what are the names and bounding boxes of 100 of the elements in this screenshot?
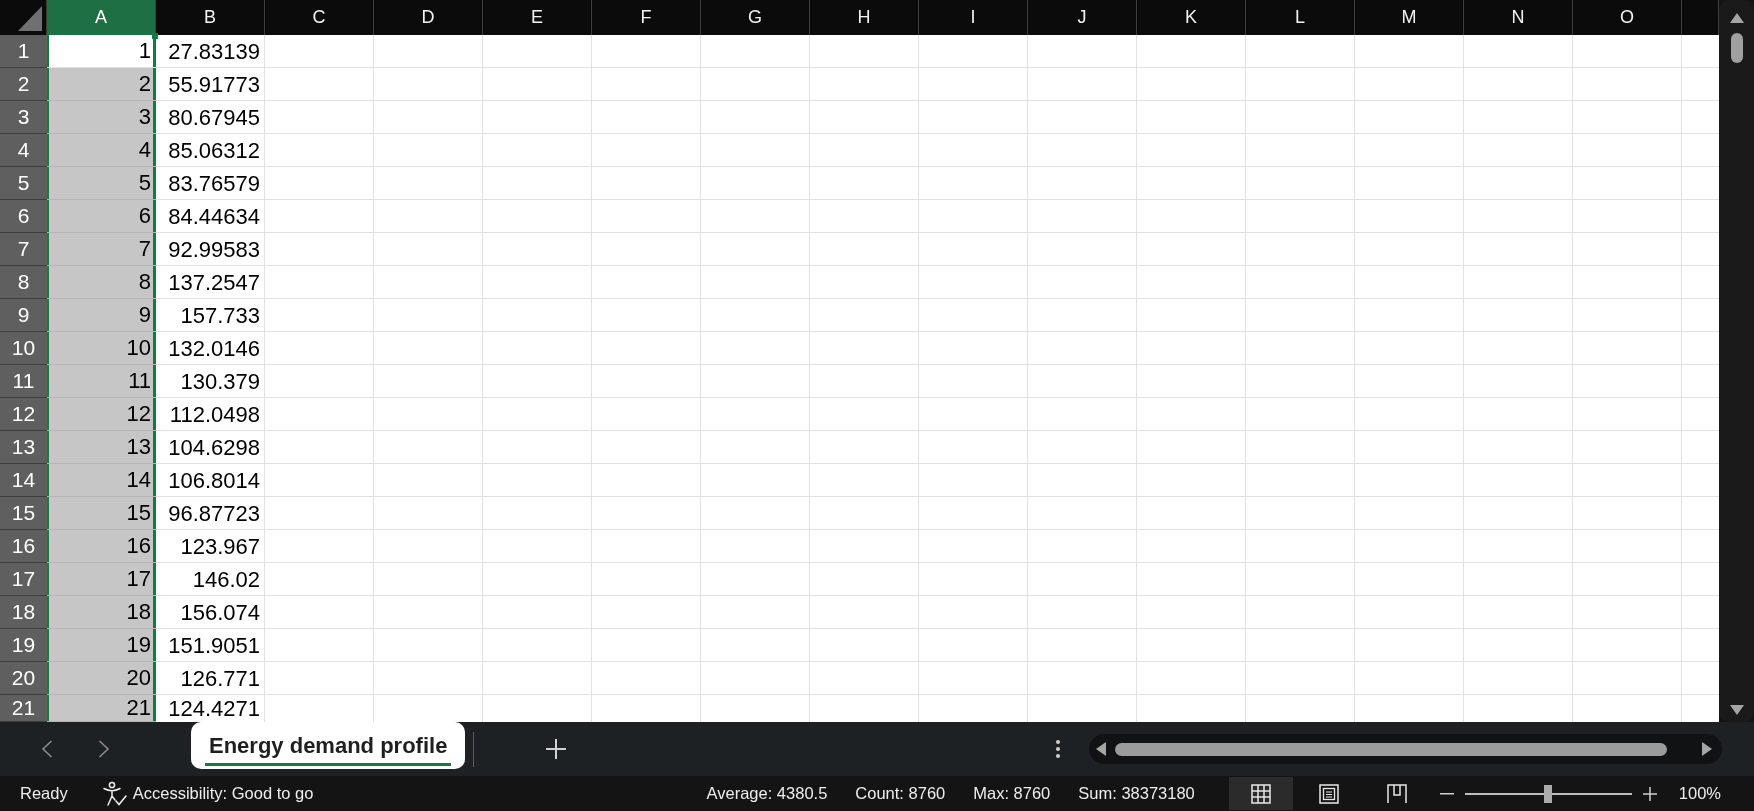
column-header[interactable]: F [592, 0, 701, 35]
spreadsheet-cell[interactable]: 106.8014 [156, 464, 265, 497]
horizontal-scrollbar[interactable] [1089, 734, 1722, 764]
spreadsheet-cell[interactable]: 96.87723 [156, 497, 265, 530]
plus-icon[interactable] [546, 739, 567, 759]
spreadsheet-cell[interactable]: 7 [47, 233, 156, 266]
spreadsheet-cell[interactable]: 5 [47, 167, 156, 200]
vertical-ellipsis-icon[interactable] [1056, 740, 1060, 758]
normal-view-button[interactable] [1228, 777, 1293, 810]
scrollbar-thumb[interactable] [1730, 33, 1743, 63]
column-header[interactable]: M [1355, 0, 1464, 35]
column-header[interactable]: D [374, 0, 483, 35]
row-header[interactable]: 8 [0, 266, 47, 299]
scroll-up-icon[interactable] [1729, 13, 1744, 23]
column-header[interactable]: I [919, 0, 1028, 35]
spreadsheet-cell[interactable]: 9 [47, 299, 156, 332]
spreadsheet-cell[interactable]: 15 [47, 497, 156, 530]
row-header[interactable]: 1 [0, 35, 47, 68]
spreadsheet-cell[interactable]: 146.02 [156, 563, 265, 596]
column-header[interactable]: C [265, 0, 374, 35]
column-header[interactable]: K [1137, 0, 1246, 35]
vertical-scrollbar[interactable] [1719, 0, 1754, 722]
zoom-percentage[interactable]: 100% [1678, 784, 1721, 803]
spreadsheet-cell[interactable]: 92.99583 [156, 233, 265, 266]
chevron-right-icon[interactable] [98, 740, 110, 758]
row-header[interactable]: 6 [0, 200, 47, 233]
spreadsheet-cell[interactable]: 130.379 [156, 365, 265, 398]
row-header[interactable]: 15 [0, 497, 47, 530]
row-header[interactable]: 4 [0, 134, 47, 167]
accessibility-button[interactable]: Accessibility: Good to go [101, 780, 314, 807]
scroll-down-icon[interactable] [1729, 705, 1744, 715]
spreadsheet-cell[interactable]: 1 [47, 35, 156, 68]
slider-thumb[interactable] [1544, 784, 1553, 803]
row-header[interactable]: 10 [0, 332, 47, 365]
scrollbar-thumb[interactable] [1115, 742, 1667, 756]
row-header[interactable]: 18 [0, 596, 47, 629]
fill-handle[interactable] [152, 33, 158, 39]
spreadsheet-cell[interactable]: 21 [47, 695, 156, 722]
row-header[interactable]: 3 [0, 101, 47, 134]
spreadsheet-cell[interactable]: 126.771 [156, 662, 265, 695]
row-header[interactable]: 12 [0, 398, 47, 431]
row-header[interactable]: 21 [0, 695, 47, 722]
column-header[interactable]: G [701, 0, 810, 35]
spreadsheet-cell[interactable]: 55.91773 [156, 68, 265, 101]
page-break-icon [1386, 783, 1407, 804]
scroll-right-icon[interactable] [1702, 742, 1712, 756]
row-header[interactable]: 14 [0, 464, 47, 497]
spreadsheet-cell[interactable]: 4 [47, 134, 156, 167]
spreadsheet-cell[interactable]: 17 [47, 563, 156, 596]
row-header[interactable]: 7 [0, 233, 47, 266]
select-all-button[interactable] [0, 0, 47, 35]
row-header[interactable]: 2 [0, 68, 47, 101]
row-header[interactable]: 11 [0, 365, 47, 398]
column-header[interactable]: A [47, 0, 156, 35]
spreadsheet-cell[interactable]: 2 [47, 68, 156, 101]
spreadsheet-cell[interactable]: 123.967 [156, 530, 265, 563]
spreadsheet-cell[interactable]: 16 [47, 530, 156, 563]
spreadsheet-cell[interactable]: 80.67945 [156, 101, 265, 134]
row-header[interactable]: 5 [0, 167, 47, 200]
spreadsheet-cell[interactable]: 12 [47, 398, 156, 431]
column-header[interactable]: B [156, 0, 265, 35]
minus-icon[interactable] [1439, 792, 1454, 795]
row-header[interactable]: 17 [0, 563, 47, 596]
spreadsheet-cell[interactable]: 6 [47, 200, 156, 233]
spreadsheet-cell[interactable]: 104.6298 [156, 431, 265, 464]
spreadsheet-cell[interactable]: 83.76579 [156, 167, 265, 200]
spreadsheet-cell[interactable]: 151.9051 [156, 629, 265, 662]
row-header[interactable]: 19 [0, 629, 47, 662]
spreadsheet-cell[interactable]: 18 [47, 596, 156, 629]
row-header[interactable]: 16 [0, 530, 47, 563]
column-header[interactable]: J [1028, 0, 1137, 35]
spreadsheet-cell[interactable]: 11 [47, 365, 156, 398]
spreadsheet-cell[interactable]: 157.733 [156, 299, 265, 332]
scroll-left-icon[interactable] [1096, 742, 1106, 756]
column-header[interactable]: H [810, 0, 919, 35]
column-header[interactable]: O [1573, 0, 1682, 35]
sheet-tab[interactable]: Energy demand profile [191, 722, 466, 769]
row-header[interactable]: 9 [0, 299, 47, 332]
spreadsheet-cell[interactable]: 137.2547 [156, 266, 265, 299]
spreadsheet-cell[interactable]: 156.074 [156, 596, 265, 629]
spreadsheet-cell[interactable]: 124.4271 [156, 695, 265, 722]
spreadsheet-cell[interactable]: 14 [47, 464, 156, 497]
spreadsheet-cell[interactable]: 20 [47, 662, 156, 695]
spreadsheet-cell[interactable]: 3 [47, 101, 156, 134]
spreadsheet-cell[interactable]: 84.44634 [156, 200, 265, 233]
spreadsheet-cell[interactable]: 8 [47, 266, 156, 299]
spreadsheet-cell[interactable]: 85.06312 [156, 134, 265, 167]
plus-icon[interactable] [1642, 786, 1657, 801]
column-header[interactable]: N [1464, 0, 1573, 35]
row-header[interactable]: 20 [0, 662, 47, 695]
chevron-left-icon[interactable] [41, 740, 53, 758]
column-header[interactable]: E [483, 0, 592, 35]
spreadsheet-cell[interactable]: 19 [47, 629, 156, 662]
spreadsheet-cell[interactable]: 27.83139 [156, 35, 265, 68]
column-header[interactable]: L [1246, 0, 1355, 35]
spreadsheet-cell[interactable]: 10 [47, 332, 156, 365]
spreadsheet-cell[interactable]: 132.0146 [156, 332, 265, 365]
spreadsheet-cell[interactable]: 13 [47, 431, 156, 464]
spreadsheet-cell[interactable]: 112.0498 [156, 398, 265, 431]
row-header[interactable]: 13 [0, 431, 47, 464]
